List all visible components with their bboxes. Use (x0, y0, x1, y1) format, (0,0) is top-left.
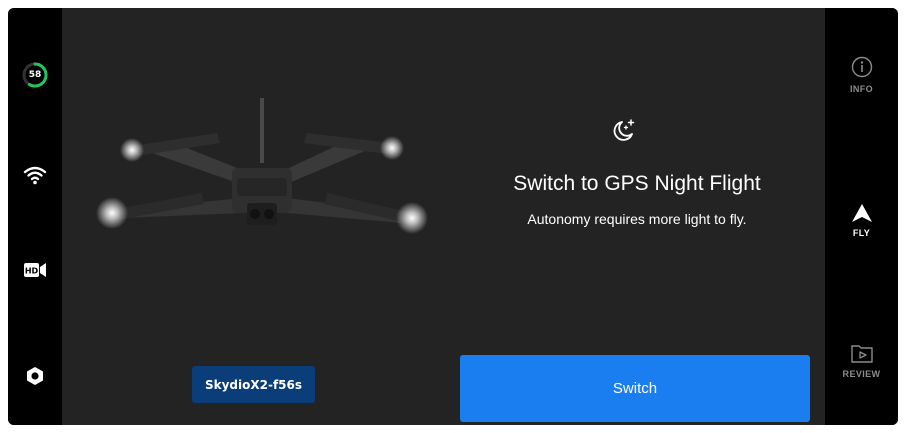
wifi-icon (23, 166, 47, 185)
battery-percent: 58 (28, 70, 42, 80)
hd-video-button[interactable]: HD (8, 257, 62, 283)
review-folder-icon (850, 345, 873, 363)
nav-review-label: REVIEW (842, 369, 881, 379)
switch-button[interactable]: Switch (460, 355, 810, 422)
info-icon (851, 56, 872, 78)
settings-icon (27, 367, 43, 385)
hd-video-icon: HD (24, 263, 46, 277)
nav-info[interactable]: INFO (825, 56, 898, 94)
nav-review[interactable]: REVIEW (825, 343, 898, 379)
nav-fly-label: FLY (852, 228, 871, 238)
wifi-button[interactable] (8, 160, 62, 190)
app-frame: 58 HD Switch to GPS Night Flight Autonom… (8, 8, 898, 425)
prompt-title: Switch to GPS Night Flight (513, 172, 761, 195)
moon-stars-icon (613, 119, 635, 141)
left-status-rail: 58 HD (8, 8, 62, 425)
battery-ring: 58 (22, 62, 48, 88)
svg-text:HD: HD (25, 267, 39, 276)
drone-image (96, 98, 428, 234)
settings-button[interactable] (8, 360, 62, 392)
battery-indicator[interactable]: 58 (8, 58, 62, 92)
main-panel: Switch to GPS Night Flight Autonomy requ… (62, 8, 825, 425)
fly-arrow-icon (851, 204, 872, 222)
nav-fly[interactable]: FLY (825, 204, 898, 238)
prompt-subtitle: Autonomy requires more light to fly. (527, 211, 747, 227)
nav-info-label: INFO (849, 84, 874, 94)
right-nav-rail: INFO FLY REVIEW (825, 8, 898, 425)
drone-name-badge[interactable]: SkydioX2-f56s (192, 366, 315, 403)
